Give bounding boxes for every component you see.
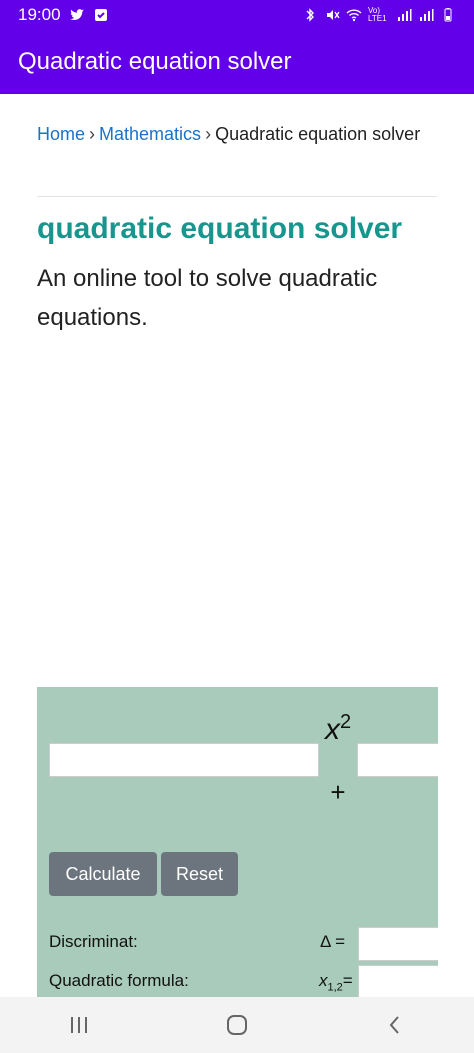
bluetooth-icon xyxy=(306,8,314,22)
page-description: An online tool to solve quadratic equati… xyxy=(37,265,378,331)
x-squared-label: x2 xyxy=(319,711,357,747)
discriminant-output[interactable] xyxy=(358,927,438,961)
breadcrumb: Home › Mathematics › Quadratic equation solv… xyxy=(37,120,437,148)
breadcrumb-separator: › xyxy=(205,124,212,144)
page-heading: quadratic equation solver xyxy=(37,212,403,245)
wifi-icon xyxy=(346,9,362,22)
status-right: Vo) LTE1 xyxy=(302,7,456,23)
quadratic-formula-label: Quadratic formula: xyxy=(49,971,189,990)
x-symbol: x xyxy=(324,713,340,746)
formula-subscript: 1,2 xyxy=(327,981,343,994)
breadcrumb-mathematics-link[interactable]: Mathematics xyxy=(99,124,201,144)
app-bar: Quadratic equation solver xyxy=(0,30,474,94)
battery-icon xyxy=(444,8,452,22)
signal-icon-2 xyxy=(420,9,434,21)
x-exponent: 2 xyxy=(339,711,352,733)
calculate-button[interactable]: Calculate xyxy=(49,852,157,896)
home-icon xyxy=(227,1015,247,1035)
coefficient-a-input[interactable] xyxy=(49,743,319,777)
mute-icon xyxy=(327,10,340,20)
formula-symbol: x1,2= xyxy=(319,971,353,993)
network-label: Vo) LTE1 xyxy=(368,6,387,23)
formula-x: x xyxy=(319,971,328,990)
app-title: Quadratic equation solver xyxy=(18,48,292,75)
back-icon xyxy=(389,1016,399,1034)
home-button[interactable] xyxy=(207,1005,267,1045)
recent-apps-icon xyxy=(71,1017,87,1033)
recent-apps-button[interactable] xyxy=(49,1005,109,1045)
signal-icon xyxy=(398,9,412,21)
twitter-icon xyxy=(69,9,84,21)
plus-symbol: + xyxy=(330,777,346,807)
divider xyxy=(37,196,437,197)
calculator-panel: x2 + Calculate Reset Discriminat: Δ = Qu… xyxy=(37,687,438,997)
status-bar: 19:00 Vo) LTE1 xyxy=(0,0,474,30)
breadcrumb-current: Quadratic equation solver xyxy=(215,124,421,144)
formula-output[interactable] xyxy=(358,965,438,997)
discriminant-symbol: Δ = xyxy=(320,932,346,951)
status-time: 19:00 xyxy=(18,5,61,24)
status-left: 19:00 xyxy=(18,5,109,25)
navigation-bar xyxy=(0,997,474,1053)
breadcrumb-home-link[interactable]: Home xyxy=(37,124,85,144)
formula-equals: = xyxy=(342,971,353,990)
discriminant-label: Discriminat: xyxy=(49,932,138,951)
checkbox-notification-icon xyxy=(94,9,107,21)
breadcrumb-separator: › xyxy=(89,124,96,144)
coefficient-b-input[interactable] xyxy=(357,743,438,777)
reset-button[interactable]: Reset xyxy=(161,852,238,896)
back-button[interactable] xyxy=(365,1005,425,1045)
